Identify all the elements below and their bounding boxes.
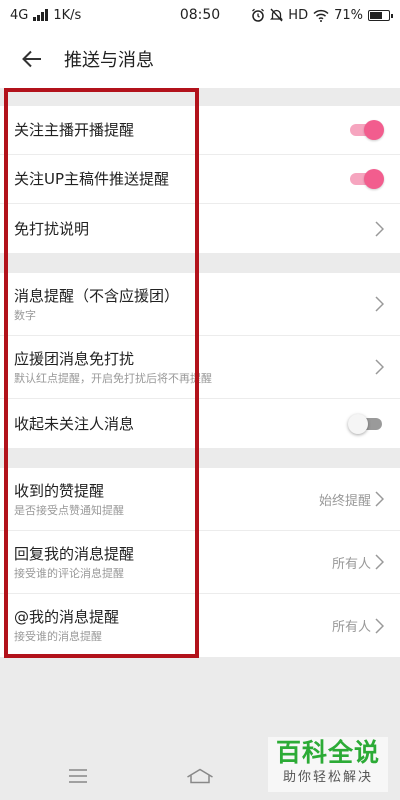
- page-title: 推送与消息: [64, 50, 154, 71]
- back-arrow-icon: [22, 50, 41, 68]
- settings-group-messages: 消息提醒（不含应援团） 数字 应援团消息免打扰 默认红点提醒，开启免打扰后将不再…: [0, 273, 400, 448]
- row-value: 所有人: [331, 620, 371, 635]
- wifi-icon: [313, 9, 329, 22]
- row-label: 收到的赞提醒: [14, 481, 105, 500]
- row-label: 关注主播开播提醒: [14, 121, 135, 139]
- chevron-right-icon: [375, 359, 384, 375]
- section-gap: [0, 88, 400, 106]
- row-live-stream-alert[interactable]: 关注主播开播提醒: [0, 106, 400, 155]
- row-label: 免打扰说明: [14, 219, 90, 238]
- mute-icon: [270, 8, 284, 22]
- section-gap: [0, 448, 400, 468]
- row-label: @我的消息提醒: [14, 608, 120, 626]
- row-message-alert[interactable]: 消息提醒（不含应援团） 数字: [0, 273, 400, 336]
- settings-group-follow: 关注主播开播提醒 关注UP主稿件推送提醒 免打扰说明: [0, 106, 400, 253]
- row-mention-alert[interactable]: @我的消息提醒 接受谁的消息提醒 所有人: [0, 594, 400, 657]
- row-up-upload-alert[interactable]: 关注UP主稿件推送提醒: [0, 155, 400, 204]
- menu-button[interactable]: [58, 756, 98, 796]
- section-gap: [0, 253, 400, 273]
- row-label: 收起未关注人消息: [14, 414, 135, 433]
- row-sublabel: 是否接受点赞通知提醒: [14, 503, 124, 517]
- chevron-right-icon: [375, 220, 384, 237]
- row-value: 始终提醒: [318, 493, 371, 509]
- chevron-right-icon: [375, 296, 384, 312]
- row-sublabel: 接受谁的消息提醒: [14, 630, 102, 643]
- toggle-switch-live-alert[interactable]: [348, 120, 384, 140]
- chevron-right-icon: [375, 554, 384, 570]
- row-sublabel: 数字: [14, 308, 36, 322]
- row-sublabel: 默认红点提醒，开启免打扰后将不再提醒: [14, 371, 212, 385]
- settings-group-interaction: 收到的赞提醒 是否接受点赞通知提醒 始终提醒 回复我的消息提醒 接受谁的评论消息…: [0, 468, 400, 657]
- chevron-right-icon: [375, 617, 384, 634]
- row-label: 关注UP主稿件推送提醒: [14, 170, 170, 188]
- row-sublabel: 接受谁的评论消息提醒: [14, 566, 124, 580]
- watermark-subtitle: 助你轻松解决: [282, 770, 373, 785]
- network-speed: 1K/s: [53, 7, 82, 23]
- row-reply-alert[interactable]: 回复我的消息提醒 接受谁的评论消息提醒 所有人: [0, 531, 400, 594]
- battery-percent: 71%: [334, 7, 363, 23]
- row-value: 所有人: [331, 556, 371, 572]
- hd-badge: HD: [288, 7, 309, 23]
- row-label: 回复我的消息提醒: [14, 544, 135, 563]
- row-like-alert[interactable]: 收到的赞提醒 是否接受点赞通知提醒 始终提醒: [0, 468, 400, 531]
- alarm-icon: [252, 8, 265, 22]
- watermark-logo: 百科全说 助你轻松解决: [268, 737, 388, 792]
- toggle-switch-upload-alert[interactable]: [348, 169, 384, 189]
- settings-list: 关注主播开播提醒 关注UP主稿件推送提醒 免打扰说明 消息提醒（不含应援团） 数…: [0, 88, 400, 657]
- battery-icon: [368, 9, 393, 21]
- home-icon: [187, 768, 213, 784]
- status-bar: 4G 1K/s 08:50 HD 71%: [0, 0, 400, 30]
- app-header: 推送与消息: [0, 30, 400, 88]
- row-label: 应援团消息免打扰: [14, 349, 135, 368]
- chevron-right-icon: [375, 491, 384, 507]
- menu-icon: [69, 769, 87, 783]
- watermark-title: 百科全说: [275, 738, 380, 767]
- status-left: 4G 1K/s: [10, 8, 81, 23]
- row-dnd-info[interactable]: 免打扰说明: [0, 204, 400, 253]
- status-right: HD 71%: [251, 7, 393, 23]
- row-fan-group-dnd[interactable]: 应援团消息免打扰 默认红点提醒，开启免打扰后将不再提醒: [0, 336, 400, 399]
- signal-icon: [33, 9, 49, 21]
- toggle-switch-fold-unfollowed[interactable]: [348, 413, 384, 434]
- row-fold-unfollowed[interactable]: 收起未关注人消息: [0, 399, 400, 448]
- row-label: 消息提醒（不含应援团）: [14, 286, 180, 305]
- home-button[interactable]: [180, 756, 220, 796]
- network-type: 4G: [10, 7, 29, 23]
- back-button[interactable]: [0, 30, 64, 88]
